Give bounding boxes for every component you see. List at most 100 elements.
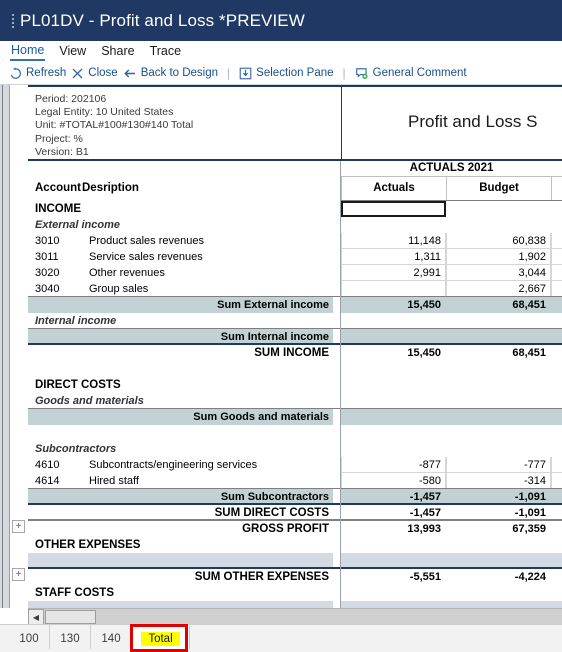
- sheet-tab-100[interactable]: 100: [9, 625, 50, 652]
- selected-cell[interactable]: [341, 201, 446, 217]
- cell-account[interactable]: 4614: [35, 473, 80, 489]
- table-row[interactable]: Sum Goods and materials: [28, 408, 562, 425]
- cell-value-actuals[interactable]: [341, 537, 446, 553]
- table-row[interactable]: Subcontractors: [28, 441, 562, 457]
- sheet-tab-total[interactable]: Total: [132, 625, 190, 652]
- cell-value-budget[interactable]: [446, 441, 551, 457]
- table-row[interactable]: 4614 Hired staff -580 -314: [28, 473, 562, 489]
- cell-value-actuals[interactable]: [341, 441, 446, 457]
- outline-expand-button-other-expenses[interactable]: +: [12, 520, 25, 533]
- cell-subtotal-label[interactable]: SUM OTHER EXPENSES: [28, 569, 333, 585]
- table-row[interactable]: External income: [28, 217, 562, 233]
- cell-value-actuals[interactable]: 1,311: [341, 249, 446, 265]
- cell-section-header[interactable]: OTHER EXPENSES: [35, 537, 140, 553]
- cell-value-budget[interactable]: 2,667: [446, 281, 551, 297]
- table-row[interactable]: [28, 601, 562, 608]
- table-row[interactable]: Sum External income 15,450 68,451: [28, 296, 562, 313]
- cell-value-actuals[interactable]: [341, 409, 446, 425]
- cell-value-actuals[interactable]: 11,148: [341, 233, 446, 249]
- cell-section-header[interactable]: INCOME: [35, 201, 81, 217]
- cell-account[interactable]: 3040: [35, 281, 80, 297]
- cell-subtotal-label[interactable]: Sum Goods and materials: [28, 409, 333, 425]
- cell-account[interactable]: 3011: [35, 249, 80, 265]
- cell-value-actuals[interactable]: [341, 217, 446, 233]
- cell-value-actuals[interactable]: -877: [341, 457, 446, 473]
- cell-account[interactable]: 4610: [35, 457, 80, 473]
- menu-item-view[interactable]: View: [58, 44, 87, 60]
- cell-value-actuals[interactable]: [341, 377, 446, 393]
- cell-value-budget[interactable]: 3,044: [446, 265, 551, 281]
- cell-group-header[interactable]: External income: [35, 217, 120, 233]
- cell-value-budget[interactable]: 60,838: [446, 233, 551, 249]
- menu-item-home[interactable]: Home: [10, 43, 46, 61]
- table-row[interactable]: 4610 Subcontracts/engineering services -87…: [28, 457, 562, 473]
- cell-group-header[interactable]: Subcontractors: [35, 441, 116, 457]
- cell-description[interactable]: Group sales: [89, 281, 148, 297]
- cell-value-budget[interactable]: [446, 409, 551, 425]
- table-row[interactable]: 3010 Product sales revenues 11,148 60,838: [28, 233, 562, 249]
- sheet-tab-140[interactable]: 140: [91, 625, 132, 652]
- cell-value-budget[interactable]: 1,902: [446, 249, 551, 265]
- table-row[interactable]: Internal income: [28, 313, 562, 329]
- cell-value-actuals[interactable]: [341, 281, 446, 297]
- table-row[interactable]: INCOME: [28, 201, 562, 217]
- table-row[interactable]: Goods and materials: [28, 393, 562, 409]
- table-row[interactable]: [28, 361, 562, 377]
- sheet-tab-130[interactable]: 130: [50, 625, 91, 652]
- cell-value-budget[interactable]: 68,451: [446, 345, 551, 361]
- table-row[interactable]: 3020 Other revenues 2,991 3,044: [28, 265, 562, 281]
- cell-description[interactable]: Subcontracts/engineering services: [89, 457, 257, 473]
- cell-value-actuals[interactable]: -580: [341, 473, 446, 489]
- cell-value-budget[interactable]: [446, 537, 551, 553]
- drag-handle-icon[interactable]: [6, 13, 20, 28]
- cell-value-budget[interactable]: [446, 217, 551, 233]
- cell-value-budget[interactable]: 68,451: [446, 297, 551, 313]
- cell-account[interactable]: 3010: [35, 233, 80, 249]
- table-row[interactable]: SUM INCOME 15,450 68,451: [28, 343, 562, 361]
- cell-group-header[interactable]: Internal income: [35, 313, 116, 329]
- menu-item-trace[interactable]: Trace: [149, 44, 183, 60]
- cell-value-budget[interactable]: [446, 585, 551, 601]
- scroll-left-button[interactable]: ◀: [28, 609, 44, 625]
- table-row[interactable]: [28, 425, 562, 441]
- close-button[interactable]: Close: [71, 67, 118, 80]
- cell-value-budget[interactable]: [446, 201, 551, 217]
- table-row[interactable]: 3011 Service sales revenues 1,311 1,902: [28, 249, 562, 265]
- cell-description[interactable]: Hired staff: [89, 473, 139, 489]
- cell-group-header[interactable]: Goods and materials: [35, 393, 144, 409]
- spreadsheet-viewport[interactable]: + + Period: 202106 Legal Entity: 10 Unit…: [0, 85, 562, 608]
- cell-subtotal-label[interactable]: GROSS PROFIT: [28, 521, 333, 537]
- cell-value-budget[interactable]: 67,359: [446, 521, 551, 537]
- cell-value-actuals[interactable]: [341, 313, 446, 329]
- cell-description[interactable]: Service sales revenues: [89, 249, 203, 265]
- cell-value-budget[interactable]: -4,224: [446, 569, 551, 585]
- cell-value-actuals[interactable]: [341, 585, 446, 601]
- cell-account[interactable]: 3020: [35, 265, 80, 281]
- cell-value-actuals[interactable]: -5,551: [341, 569, 446, 585]
- cell-description[interactable]: Other revenues: [89, 265, 165, 281]
- cell-description[interactable]: Product sales revenues: [89, 233, 204, 249]
- table-row[interactable]: 3040 Group sales 2,667: [28, 281, 562, 297]
- scrollbar-thumb[interactable]: [45, 610, 96, 624]
- back-to-design-button[interactable]: Back to Design: [123, 67, 218, 80]
- selection-pane-button[interactable]: Selection Pane: [239, 67, 334, 80]
- cell-value-budget[interactable]: [446, 393, 551, 409]
- table-row[interactable]: DIRECT COSTS: [28, 377, 562, 393]
- cell-value-budget[interactable]: -777: [446, 457, 551, 473]
- cell-value-actuals[interactable]: [341, 393, 446, 409]
- cell-value-budget[interactable]: [446, 377, 551, 393]
- cell-value-actuals[interactable]: 2,991: [341, 265, 446, 281]
- cell-value-budget[interactable]: -314: [446, 473, 551, 489]
- cell-subtotal-label[interactable]: Sum External income: [28, 297, 333, 313]
- menu-item-share[interactable]: Share: [100, 44, 135, 60]
- table-row[interactable]: GROSS PROFIT 13,993 67,359: [28, 519, 562, 537]
- horizontal-scrollbar[interactable]: ◀: [28, 608, 562, 625]
- cell-value-budget[interactable]: [446, 313, 551, 329]
- cell-value-actuals[interactable]: 15,450: [341, 345, 446, 361]
- cell-value-actuals[interactable]: 13,993: [341, 521, 446, 537]
- refresh-button[interactable]: Refresh: [9, 66, 66, 80]
- cell-value-actuals[interactable]: 15,450: [341, 297, 446, 313]
- cell-section-header[interactable]: STAFF COSTS: [35, 585, 114, 601]
- cell-subtotal-label[interactable]: SUM INCOME: [28, 345, 333, 361]
- table-row[interactable]: OTHER EXPENSES: [28, 537, 562, 553]
